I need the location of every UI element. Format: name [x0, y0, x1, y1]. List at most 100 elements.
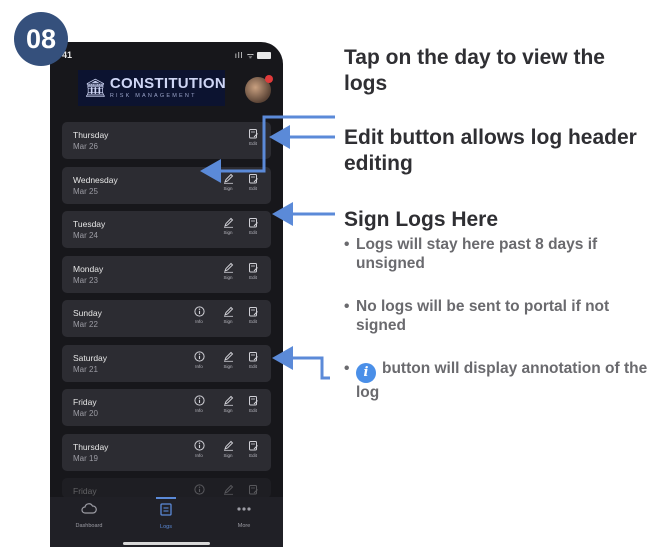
- battery-icon: [257, 52, 271, 60]
- edit-button[interactable]: Edit: [244, 351, 262, 369]
- bullet-item: • No logs will be sent to portal if not s…: [344, 298, 610, 334]
- action-label: Info: [195, 452, 203, 458]
- tab-more[interactable]: More: [214, 502, 274, 529]
- log-day-card[interactable]: Thursday Mar 26 Edit: [62, 122, 271, 159]
- tap-day-callout: Tap on the day to view the logs: [344, 45, 644, 97]
- action-label: Sign: [223, 319, 233, 324]
- log-date: Mar 23: [73, 275, 98, 285]
- sign-pen-icon: [219, 173, 237, 184]
- sign-button[interactable]: Sign: [219, 395, 237, 413]
- sign-pen-icon: [219, 351, 237, 362]
- sign-button[interactable]: Sign: [219, 262, 237, 280]
- log-day-name: Thursday: [73, 441, 109, 452]
- sign-button[interactable]: Sign: [219, 351, 237, 369]
- info-button-arrow: [272, 346, 330, 380]
- action-label: Info: [195, 363, 203, 369]
- edit-icon: [244, 484, 262, 495]
- action-label: Edit: [249, 363, 257, 369]
- sign-pen-icon: [219, 440, 237, 451]
- log-day-card[interactable]: Sunday Mar 22 Info Sign Edit: [62, 300, 271, 337]
- edit-icon: [244, 395, 262, 406]
- log-date: Mar 19: [73, 453, 98, 463]
- action-label: Edit: [249, 141, 257, 146]
- edit-button[interactable]: Edit: [244, 262, 262, 280]
- step-number-badge: 08: [14, 12, 68, 66]
- bullet-item: • Logs will stay here past 8 days if unsi…: [344, 236, 598, 272]
- log-day-card[interactable]: Friday Mar 20 Info Sign Edit: [62, 389, 271, 426]
- info-button[interactable]: Info: [190, 395, 208, 413]
- log-day-name: Sunday: [73, 308, 102, 318]
- callout-heading: Tap on the day to view the logs: [344, 46, 605, 95]
- edit-button[interactable]: Edit: [244, 395, 262, 413]
- info-button[interactable]: Info: [190, 484, 208, 498]
- log-day-card[interactable]: Saturday Mar 21 Info Sign Edit: [62, 344, 271, 382]
- tab-logs[interactable]: Logs: [136, 502, 196, 530]
- log-day-name: Friday: [73, 486, 97, 496]
- edit-icon: [244, 262, 262, 273]
- edit-button[interactable]: Edit: [244, 484, 262, 498]
- edit-button[interactable]: Edit: [244, 217, 262, 235]
- sign-pen-icon: [219, 262, 237, 273]
- sign-pen-icon: [219, 306, 237, 317]
- tab-label: Dashboard: [75, 523, 103, 529]
- info-icon: [190, 350, 208, 362]
- info-icon: [190, 395, 208, 406]
- info-button[interactable]: Info: [190, 350, 208, 369]
- app-logo: 🏛 CONSTITUTION RISK MANAGEMENT: [78, 70, 226, 106]
- action-label: Edit: [249, 408, 257, 413]
- tab-label: Logs: [160, 524, 172, 530]
- sign-pen-icon: [219, 217, 237, 228]
- log-list: Thursday Mar 26 Edit Wednesday Mar 25 Sign Edi…: [62, 122, 271, 506]
- sign-button[interactable]: Sign: [219, 306, 237, 324]
- action-label: Sign: [223, 363, 233, 369]
- edit-icon: [244, 217, 262, 228]
- log-date: Mar 25: [73, 186, 98, 196]
- tab-dashboard[interactable]: Dashboard: [59, 502, 119, 529]
- edit-button[interactable]: Edit: [244, 306, 262, 324]
- log-day-card[interactable]: Thursday Mar 19 Info Sign Edit: [62, 433, 271, 471]
- tab-label: More: [237, 523, 251, 529]
- cloud-icon: [81, 503, 97, 514]
- more-dots-icon: [237, 507, 251, 511]
- log-day-name: Thursday: [73, 130, 109, 140]
- logo-subtitle: RISK MANAGEMENT: [109, 93, 197, 99]
- info-icon: [190, 439, 208, 451]
- action-label: Sign: [223, 230, 233, 235]
- log-day-card[interactable]: Tuesday Mar 24 Sign Edit: [62, 211, 271, 248]
- avatar[interactable]: [245, 75, 273, 103]
- log-day-card[interactable]: Friday Info Sign Edit: [62, 478, 271, 498]
- log-day-name: Friday: [73, 397, 97, 407]
- sign-pen-icon: [219, 395, 237, 406]
- action-label: Info: [195, 408, 203, 413]
- edit-icon: [244, 173, 262, 184]
- info-button[interactable]: Info: [190, 306, 208, 324]
- log-date: Mar 21: [73, 364, 98, 374]
- log-day-name: Tuesday: [73, 219, 106, 229]
- edit-button[interactable]: Edit: [244, 173, 262, 191]
- action-label: Sign: [223, 274, 233, 280]
- edit-button[interactable]: Edit: [244, 440, 262, 458]
- signal-wifi-icon: ıll ᯤ: [235, 50, 271, 61]
- log-date: Mar 22: [73, 320, 98, 329]
- log-day-name: Saturday: [73, 352, 108, 363]
- action-label: Sign: [223, 185, 233, 191]
- sign-button[interactable]: Sign: [219, 484, 237, 498]
- action-label: Info: [195, 319, 203, 324]
- log-day-card[interactable]: Monday Mar 23 Sign Edit: [62, 255, 271, 293]
- home-indicator: [123, 542, 210, 545]
- edit-button[interactable]: Edit: [244, 128, 262, 146]
- edit-icon: [244, 128, 262, 139]
- action-label: Edit: [249, 452, 257, 458]
- log-day-card[interactable]: Wednesday Mar 25 Sign Edit: [62, 166, 271, 204]
- sign-button[interactable]: Sign: [219, 217, 237, 235]
- log-date: Mar 26: [73, 142, 98, 151]
- edit-icon: [244, 440, 262, 451]
- sign-button[interactable]: Sign: [219, 440, 237, 458]
- edit-icon: [244, 306, 262, 317]
- callout-heading: Edit button allows log header editing: [344, 126, 637, 175]
- bottom-tab-bar: Dashboard Logs More: [50, 497, 283, 547]
- sign-button[interactable]: Sign: [219, 173, 237, 191]
- notification-dot: [265, 75, 273, 83]
- action-label: Edit: [249, 185, 257, 191]
- info-button[interactable]: Info: [190, 439, 208, 458]
